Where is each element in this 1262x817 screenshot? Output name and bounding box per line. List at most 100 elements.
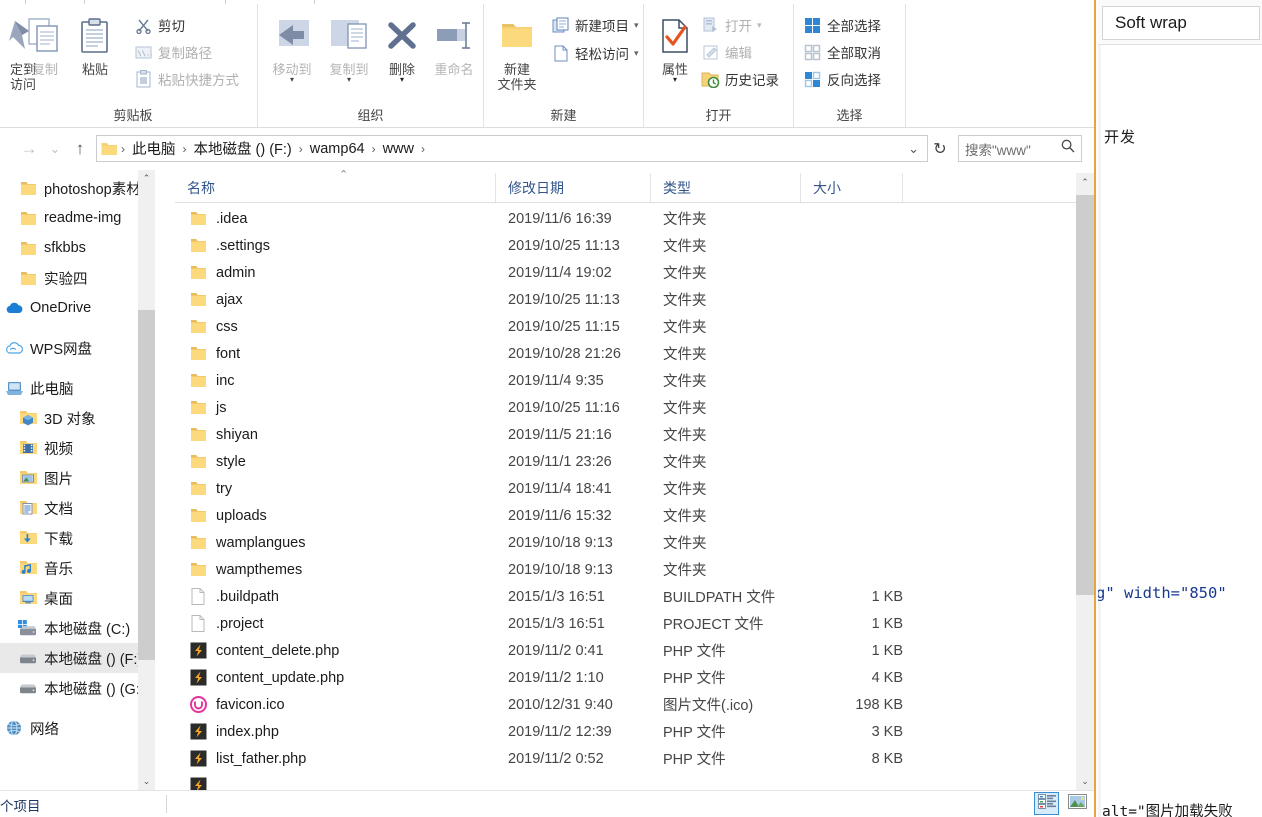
breadcrumb-item-0[interactable]: 此电脑 (127, 138, 181, 159)
sidebar-item-videos[interactable]: 视频 (0, 433, 138, 463)
table-row[interactable]: content_delete.php 2019/11/2 0:41 PHP 文件 1 … (175, 637, 1080, 664)
ribbon-edit-button[interactable]: 编辑 (700, 39, 752, 65)
table-row[interactable]: inc 2019/11/4 9:35 文件夹 (175, 367, 1080, 394)
chevron-down-icon[interactable]: ⌄ (908, 141, 925, 157)
sidebar-item-experiment-four[interactable]: 实验四 (0, 263, 138, 293)
chevron-down-icon[interactable]: ▾ (650, 76, 700, 84)
editor-line-2[interactable]: alt="图片加载失败 (1102, 800, 1233, 817)
table-row[interactable]: index.php 2019/11/2 12:39 PHP 文件 3 KB (175, 718, 1080, 745)
file-name-cell[interactable]: favicon.ico (187, 691, 285, 718)
file-list[interactable]: .idea 2019/11/6 16:39 文件夹 .settings 2019/10/… (175, 205, 1080, 790)
breadcrumb-item-3[interactable]: www (378, 141, 419, 157)
file-name-cell[interactable]: font (187, 340, 240, 367)
file-name-cell[interactable]: uploads (187, 502, 267, 529)
details-view-button[interactable] (1034, 792, 1059, 815)
file-name-cell[interactable]: list_father.php (187, 745, 306, 772)
sidebar-item-local-disk-g[interactable]: 本地磁盘 () (G:) (0, 673, 138, 703)
ribbon-copy-to-button[interactable]: 复制到 ▾ (320, 10, 378, 84)
sidebar-item-3d-objects[interactable]: 3D 对象 (0, 403, 138, 433)
sidebar-item-wps-cloud[interactable]: WPS网盘 (0, 333, 138, 363)
chevron-down-icon[interactable]: ▾ (320, 76, 378, 84)
table-row[interactable]: ajax 2019/10/25 11:13 文件夹 (175, 286, 1080, 313)
table-row[interactable]: shiyan 2019/11/5 21:16 文件夹 (175, 421, 1080, 448)
recent-locations-button[interactable]: ⌄ (42, 137, 68, 161)
scroll-up-arrow-icon[interactable]: ⌃ (1076, 173, 1094, 191)
table-row[interactable]: style 2019/11/1 23:26 文件夹 (175, 448, 1080, 475)
table-row[interactable]: .project 2015/1/3 16:51 PROJECT 文件 1 KB (175, 610, 1080, 637)
file-name-cell[interactable]: inc (187, 367, 235, 394)
search-box[interactable]: 搜索"www" (958, 135, 1082, 162)
file-name-cell[interactable]: wamplangues (187, 529, 305, 556)
file-name-cell[interactable]: .idea (187, 205, 247, 232)
ribbon-select-all-button[interactable]: 全部选择 (802, 12, 881, 38)
ribbon-paste-shortcut-button[interactable]: 粘贴快捷方式 (133, 66, 239, 92)
ribbon-open-button[interactable]: 打开 ▾ (700, 12, 762, 38)
table-row[interactable]: content_update.php 2019/11/2 1:10 PHP 文件 4 … (175, 664, 1080, 691)
sidebar-item-this-pc[interactable]: 此电脑 (0, 373, 138, 403)
chevron-down-icon[interactable]: ▾ (634, 20, 639, 31)
sidebar-item-readme-img[interactable]: readme-img (0, 203, 138, 233)
sidebar-item-onedrive[interactable]: OneDrive (0, 293, 138, 323)
file-name-cell[interactable]: admin (187, 259, 256, 286)
ribbon-delete-button[interactable]: 删除 ▾ (378, 10, 426, 84)
table-row[interactable]: wampthemes 2019/10/18 9:13 文件夹 (175, 556, 1080, 583)
file-name-cell[interactable]: .project (187, 610, 264, 637)
table-row[interactable]: js 2019/10/25 11:16 文件夹 (175, 394, 1080, 421)
sidebar-item-sfkbbs[interactable]: sfkbbs (0, 233, 138, 263)
breadcrumb-path-bar[interactable]: › 此电脑 › 本地磁盘 () (F:) › wamp64 › www › ⌄ (96, 135, 928, 162)
ribbon-cut-button[interactable]: 剪切 (133, 12, 185, 38)
table-row[interactable]: .idea 2019/11/6 16:39 文件夹 (175, 205, 1080, 232)
sidebar-item-network[interactable]: 网络 (0, 713, 138, 743)
sidebar-item-downloads[interactable]: 下载 (0, 523, 138, 553)
column-header-size[interactable]: 大小 (800, 173, 902, 202)
file-name-cell[interactable]: .buildpath (187, 583, 279, 610)
scroll-up-arrow-icon[interactable]: ⌃ (138, 170, 155, 187)
scroll-down-arrow-icon[interactable]: ⌄ (1076, 772, 1094, 790)
sidebar-item-photoshop-materials[interactable]: photoshop素材 (0, 173, 138, 203)
file-name-cell[interactable]: ajax (187, 286, 243, 313)
table-row[interactable]: font 2019/10/28 21:26 文件夹 (175, 340, 1080, 367)
refresh-button[interactable]: ↻ (928, 136, 952, 161)
file-name-cell[interactable]: index.php (187, 718, 279, 745)
sidebar-item-local-disk-c[interactable]: 本地磁盘 (C:) (0, 613, 138, 643)
file-name-cell[interactable]: js (187, 394, 226, 421)
ribbon-paste-button[interactable]: 粘贴 (68, 10, 122, 77)
ribbon-invert-selection-button[interactable]: 反向选择 (802, 66, 881, 92)
ribbon-rename-button[interactable]: 重命名 (426, 10, 482, 77)
table-row[interactable]: .buildpath 2015/1/3 16:51 BUILDPATH 文件 1 KB (175, 583, 1080, 610)
sidebar-item-desktop[interactable]: 桌面 (0, 583, 138, 613)
ribbon-new-item-button[interactable]: 新建项目 ▾ (550, 12, 639, 38)
editor-line-1[interactable]: g" width="850" (1098, 584, 1227, 602)
ribbon-new-folder-button[interactable]: 新建 文件夹 (490, 10, 544, 92)
sidebar-item-local-disk-f[interactable]: 本地磁盘 () (F:) (0, 643, 138, 673)
file-name-cell[interactable]: wampthemes (187, 556, 302, 583)
file-name-cell[interactable]: .settings (187, 232, 270, 259)
ribbon-history-button[interactable]: 历史记录 (700, 66, 779, 92)
file-name-cell[interactable]: css (187, 313, 238, 340)
file-name-cell[interactable]: style (187, 448, 246, 475)
breadcrumb-item-2[interactable]: wamp64 (305, 141, 370, 157)
ribbon-move-to-button[interactable]: 移动到 ▾ (263, 10, 321, 84)
table-row[interactable]: css 2019/10/25 11:15 文件夹 (175, 313, 1080, 340)
soft-wrap-button[interactable]: Soft wrap (1102, 6, 1260, 40)
table-row[interactable]: wamplangues 2019/10/18 9:13 文件夹 (175, 529, 1080, 556)
sidebar-item-music[interactable]: 音乐 (0, 553, 138, 583)
column-header-name[interactable]: 名称 (175, 173, 495, 202)
column-header-type[interactable]: 类型 (650, 173, 800, 202)
chevron-down-icon[interactable]: ▾ (757, 20, 762, 31)
sidebar-scrollbar-thumb[interactable] (138, 310, 155, 660)
chevron-down-icon[interactable]: ▾ (263, 76, 321, 84)
ribbon-select-none-button[interactable]: 全部取消 (802, 39, 881, 65)
sidebar-scrollbar[interactable]: ⌃ ⌄ (138, 170, 155, 790)
search-input[interactable]: 搜索"www" (965, 139, 1031, 159)
breadcrumb-item-1[interactable]: 本地磁盘 () (F:) (189, 138, 297, 159)
file-list-scrollbar[interactable]: ⌃ ⌄ (1076, 173, 1094, 790)
forward-button[interactable]: → (16, 137, 42, 161)
table-row[interactable]: .settings 2019/10/25 11:13 文件夹 (175, 232, 1080, 259)
ribbon-easy-access-button[interactable]: 轻松访问 ▾ (550, 40, 639, 66)
table-row-partial[interactable] (175, 772, 1080, 790)
ribbon-properties-button[interactable]: 属性 ▾ (650, 10, 700, 84)
up-button[interactable]: ↑ (67, 137, 93, 161)
sidebar-item-pictures[interactable]: 图片 (0, 463, 138, 493)
ribbon-copy-path-button[interactable]: \\.. 复制路径 (133, 39, 212, 65)
